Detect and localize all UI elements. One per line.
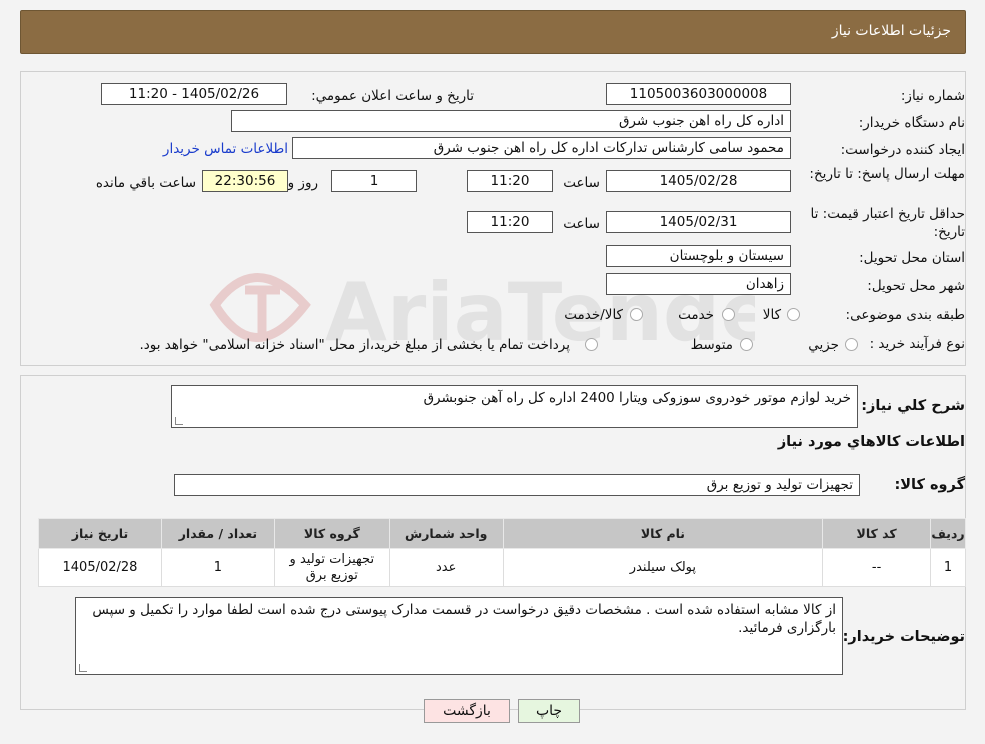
city-label: شهر محل تحويل: xyxy=(867,278,965,294)
price-validity-time-field: 11:20 xyxy=(467,211,553,233)
desc-label: شرح کلي نياز: xyxy=(861,398,965,414)
group-label: گروه کالا: xyxy=(894,477,965,493)
process-option-medium: متوسط xyxy=(690,337,733,353)
back-button[interactable]: بازگشت xyxy=(424,699,510,723)
price-validity-time-label: ساعت xyxy=(563,216,600,232)
process-treasury-checkbox[interactable] xyxy=(585,338,598,351)
buyer-org-label: نام دستگاه خريدار: xyxy=(858,115,965,131)
table-header-row: رديف کد کالا نام کالا واحد شمارش گروه کا… xyxy=(38,518,966,549)
province-field: سيستان و بلوچستان xyxy=(606,245,791,267)
category-option-goods: کالا xyxy=(762,307,781,323)
category-radio-goods-service[interactable] xyxy=(630,308,643,321)
category-option-goods-service: کالا/خدمت xyxy=(564,307,623,323)
col-header-goods-name: نام کالا xyxy=(502,518,824,549)
table-row: 1 -- پولک سیلندر عدد تجهيزات توليد و توز… xyxy=(38,548,966,587)
buyer-contact-link[interactable]: اطلاعات تماس خريدار xyxy=(163,141,288,157)
col-header-unit: واحد شمارش xyxy=(388,518,504,549)
creator-label: ايجاد کننده درخواست: xyxy=(840,142,965,158)
days-label: روز و xyxy=(287,175,318,191)
city-field: زاهدان xyxy=(606,273,791,295)
col-header-quantity: تعداد / مقدار xyxy=(160,518,275,549)
cell-goods-name: پولک سیلندر xyxy=(502,548,824,587)
process-note: پرداخت تمام يا بخشی از مبلغ خريد،از محل … xyxy=(139,337,570,353)
province-label: استان محل تحويل: xyxy=(859,250,965,266)
page-header: جزئيات اطلاعات نياز xyxy=(20,10,966,54)
group-field: تجهيزات توليد و توزيع برق xyxy=(174,474,860,496)
buyer-notes-textarea[interactable]: از کالا مشابه استفاده شده است . مشخصات د… xyxy=(75,597,843,675)
cell-goods-group: تجهيزات توليد و توزيع برق xyxy=(273,548,390,587)
remaining-label: ساعت باقي مانده xyxy=(95,175,196,191)
cell-need-date: 1405/02/28 xyxy=(38,548,162,587)
process-radio-medium[interactable] xyxy=(740,338,753,351)
col-header-row-number: رديف xyxy=(930,518,966,549)
cell-quantity: 1 xyxy=(160,548,275,587)
need-number-field: 1105003603000008 xyxy=(606,83,791,105)
cell-row-number: 1 xyxy=(930,548,966,587)
cell-goods-code: -- xyxy=(822,548,932,587)
buyer-notes-label: توضيحات خريدار: xyxy=(842,629,965,645)
category-label: طبقه بندی موضوعی: xyxy=(845,307,965,323)
remaining-time-field: 22:30:56 xyxy=(202,170,288,192)
creator-field: محمود سامی کارشناس تدارکات اداره کل راه … xyxy=(292,137,791,159)
col-header-need-date: تاريخ نياز xyxy=(38,518,162,549)
page-title: جزئيات اطلاعات نياز xyxy=(831,23,951,39)
announce-datetime-field: 1405/02/26 - 11:20 xyxy=(101,83,287,105)
desc-textarea[interactable]: خرید لوازم موتور خودروی سوزوکی ویتارا 24… xyxy=(171,385,858,428)
need-number-label: شماره نياز: xyxy=(900,88,965,104)
col-header-goods-code: کد کالا xyxy=(822,518,932,549)
category-radio-service[interactable] xyxy=(722,308,735,321)
category-radio-goods[interactable] xyxy=(787,308,800,321)
announce-label: تاريخ و ساعت اعلان عمومي: xyxy=(311,88,474,104)
buyer-notes-text: از کالا مشابه استفاده شده است . مشخصات د… xyxy=(92,602,836,636)
resize-grip-icon[interactable] xyxy=(79,664,87,672)
print-button[interactable]: چاپ xyxy=(518,699,580,723)
deadline-time-field: 11:20 xyxy=(467,170,553,192)
goods-table: رديف کد کالا نام کالا واحد شمارش گروه کا… xyxy=(38,518,966,587)
process-label: نوع فرآيند خريد : xyxy=(869,336,965,352)
deadline-label: مهلت ارسال پاسخ: تا تاريخ: xyxy=(809,166,965,182)
goods-info-title: اطلاعات کالاهاي مورد نياز xyxy=(777,434,965,450)
resize-grip-icon[interactable] xyxy=(175,417,183,425)
deadline-date-field: 1405/02/28 xyxy=(606,170,791,192)
process-option-minor: جزيي xyxy=(808,337,839,353)
process-radio-minor[interactable] xyxy=(845,338,858,351)
days-field: 1 xyxy=(331,170,417,192)
desc-text: خرید لوازم موتور خودروی سوزوکی ویتارا 24… xyxy=(423,390,851,406)
category-option-service: خدمت xyxy=(678,307,714,323)
deadline-time-label: ساعت xyxy=(563,175,600,191)
price-validity-label: حداقل تاريخ اعتبار قيمت: تا تاريخ: xyxy=(810,206,965,240)
cell-unit: عدد xyxy=(388,548,504,587)
col-header-goods-group: گروه کالا xyxy=(273,518,390,549)
price-validity-date-field: 1405/02/31 xyxy=(606,211,791,233)
buyer-org-field: اداره کل راه اهن جنوب شرق xyxy=(231,110,791,132)
